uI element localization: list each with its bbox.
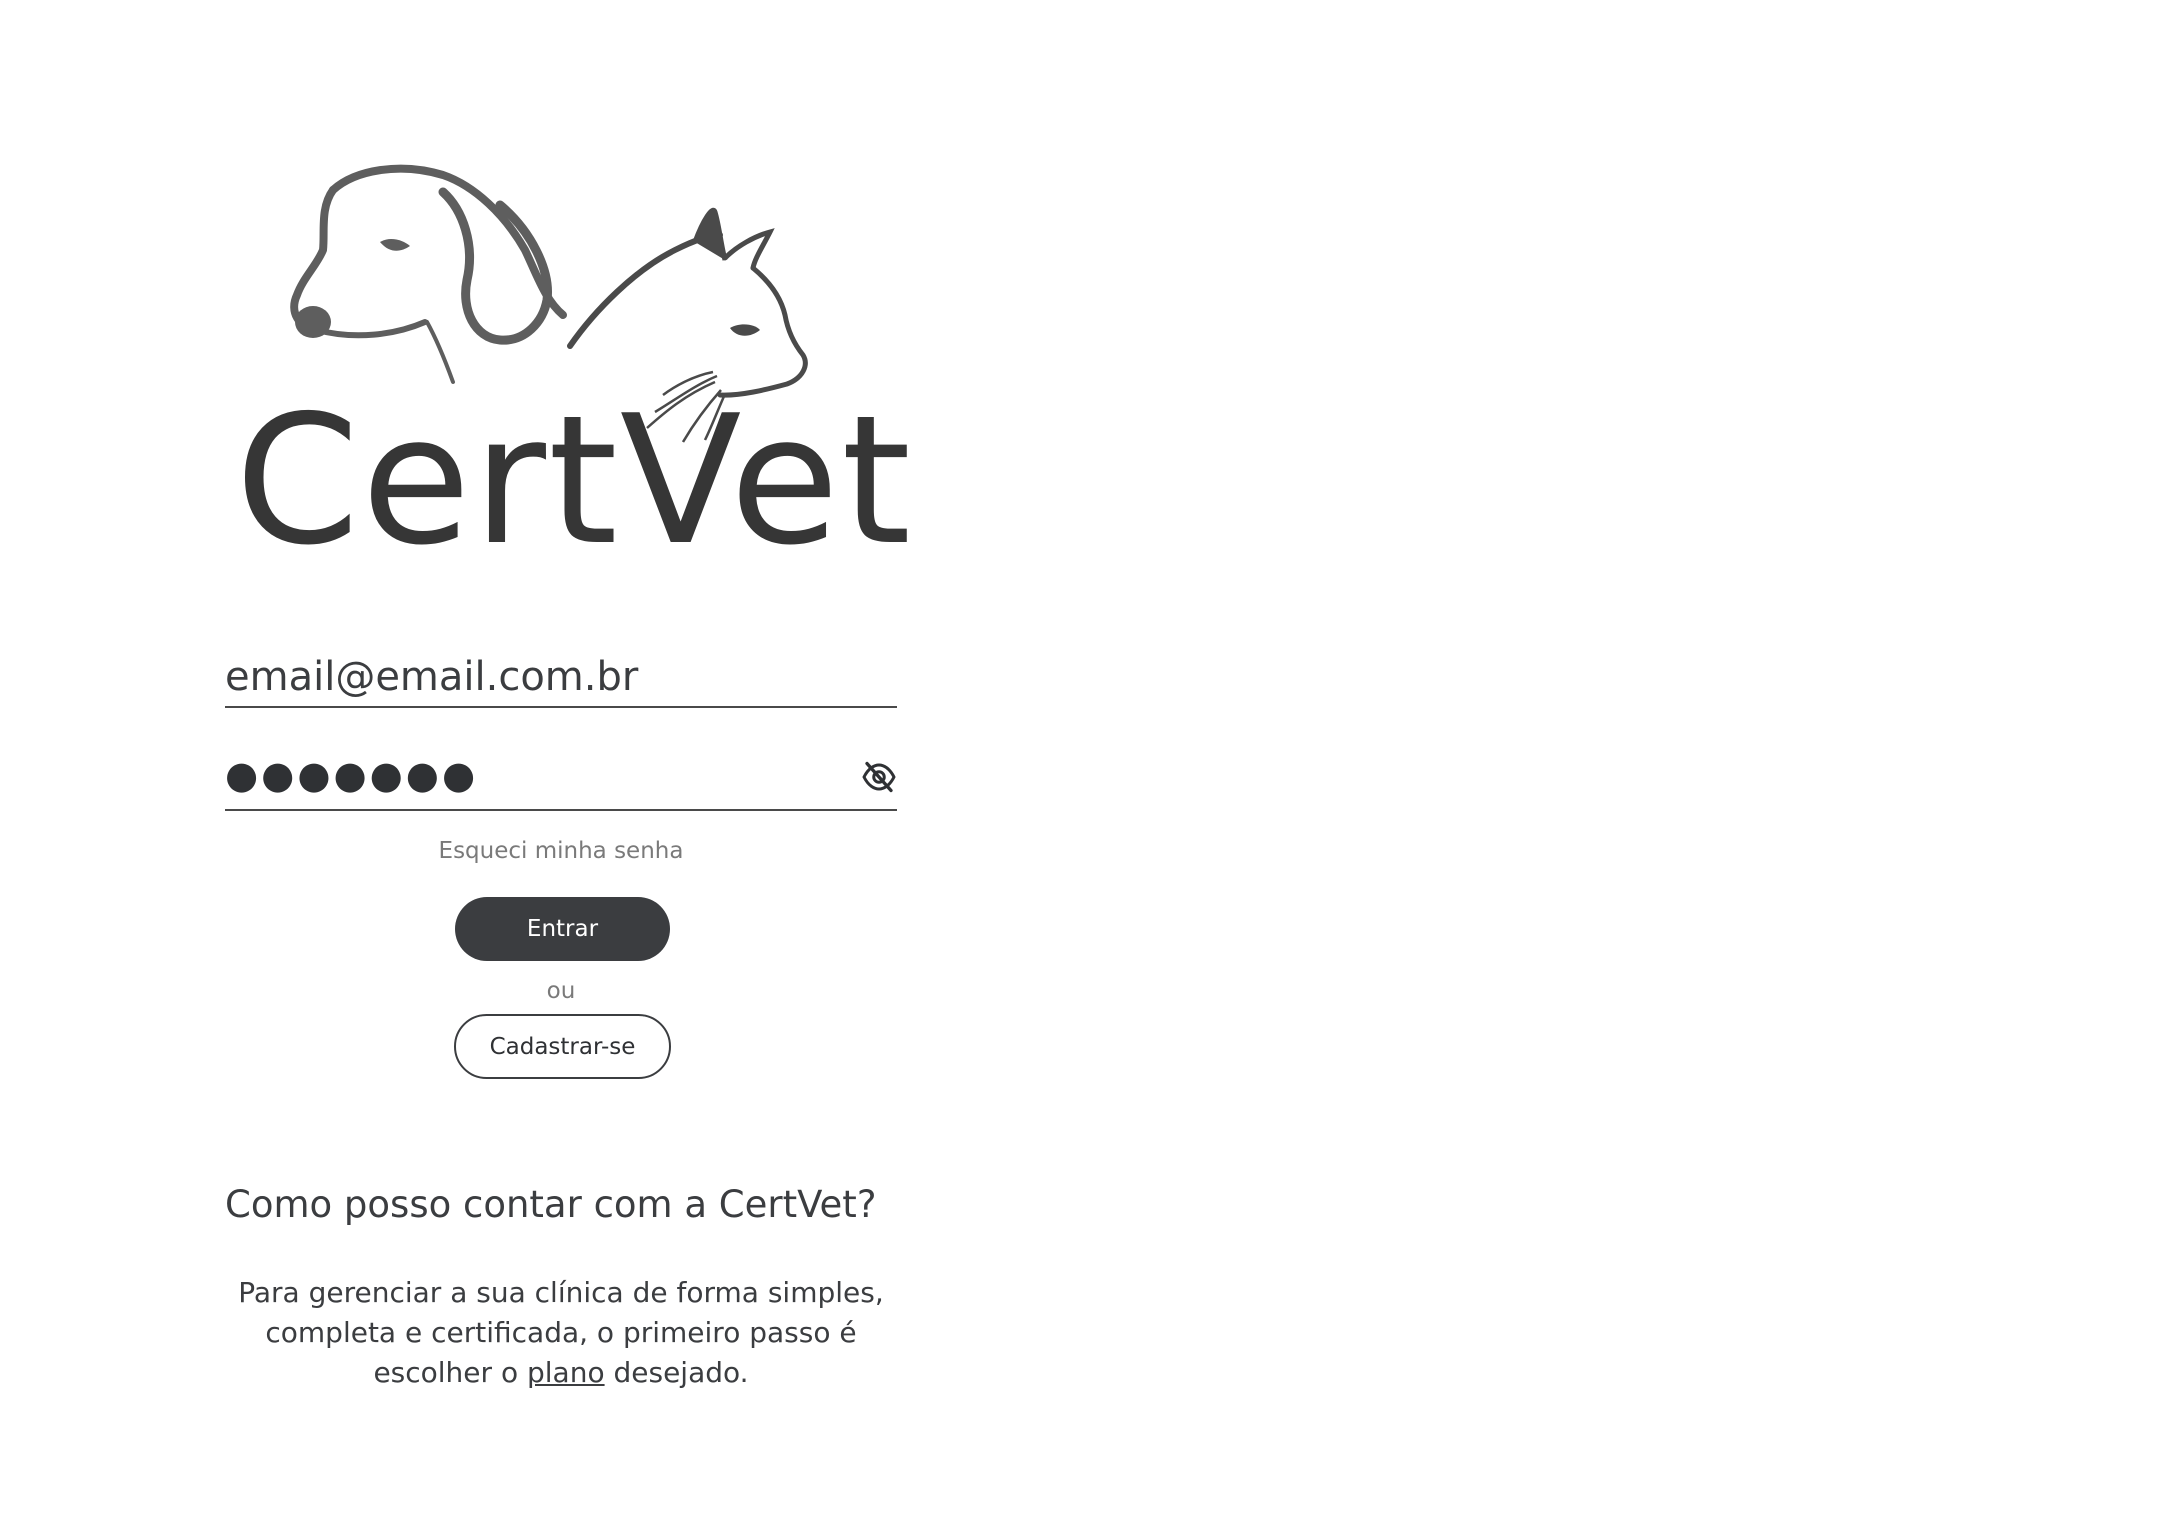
- email-input-value[interactable]: email@email.com.br: [225, 654, 638, 700]
- signup-button[interactable]: Cadastrar-se: [454, 1014, 671, 1079]
- password-field[interactable]: ●●●●●●●: [225, 745, 897, 811]
- brand-wordmark: CertVet: [235, 377, 914, 584]
- password-input-value[interactable]: ●●●●●●●: [225, 753, 478, 797]
- info-body: Para gerenciar a sua clínica de forma si…: [225, 1273, 897, 1393]
- enter-button[interactable]: Entrar: [455, 897, 670, 961]
- info-title: Como posso contar com a CertVet?: [225, 1183, 877, 1226]
- or-separator: ou: [546, 978, 576, 1004]
- brand-logo: CertVet: [225, 150, 914, 584]
- plan-link[interactable]: plano: [527, 1356, 605, 1389]
- forgot-password-link[interactable]: Esqueci minha senha: [225, 838, 897, 864]
- email-field[interactable]: email@email.com.br: [225, 640, 897, 708]
- eye-slash-icon[interactable]: [861, 759, 897, 795]
- login-panel: CertVet email@email.com.br ●●●●●●● Esque…: [225, 0, 914, 1536]
- info-body-text-end: desejado.: [604, 1356, 749, 1389]
